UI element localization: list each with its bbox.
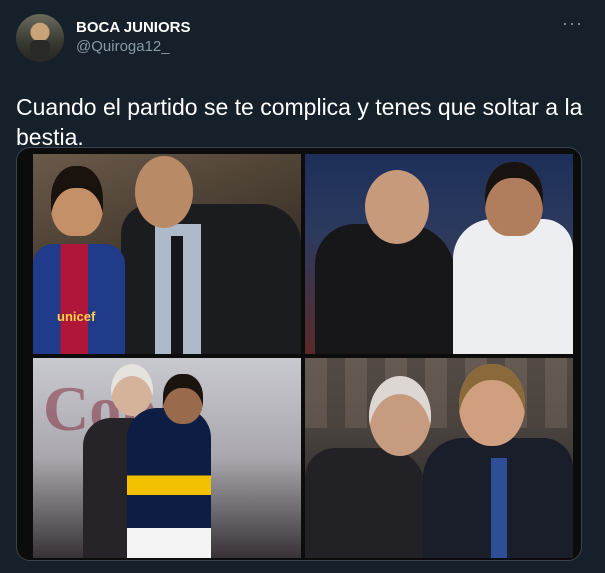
figure-player xyxy=(453,219,573,354)
head xyxy=(485,162,543,236)
more-options-icon[interactable]: ··· xyxy=(562,14,583,32)
figure-president xyxy=(305,448,425,558)
tie xyxy=(171,236,183,354)
photo-bianchi-riquelme[interactable]: Copa xyxy=(33,358,301,558)
head xyxy=(111,364,153,416)
figure-coach xyxy=(315,224,455,354)
head xyxy=(135,156,193,228)
avatar[interactable] xyxy=(16,14,64,62)
head xyxy=(51,166,103,236)
photo-grid: unicef Copa xyxy=(33,154,573,558)
figure-player xyxy=(127,408,211,558)
tie xyxy=(491,458,507,558)
tweet-header: BOCA JUNIORS @Quiroga12_ xyxy=(16,14,589,72)
figure-player xyxy=(33,244,125,354)
photo-messi-guardiola[interactable]: unicef xyxy=(33,154,301,354)
tweet-text: Cuando el partido se te complica y tenes… xyxy=(16,94,583,150)
crowd-background xyxy=(305,358,573,428)
jersey-sponsor-text: unicef xyxy=(57,309,96,324)
tweet-card[interactable]: BOCA JUNIORS @Quiroga12_ ··· Cuando el p… xyxy=(0,0,605,573)
photo-zidane-ronaldo[interactable] xyxy=(305,154,573,354)
display-name[interactable]: BOCA JUNIORS xyxy=(76,18,190,37)
head xyxy=(163,374,203,424)
handle[interactable]: @Quiroga12_ xyxy=(76,37,190,56)
head xyxy=(459,364,525,446)
head xyxy=(369,376,431,456)
figure-coach xyxy=(121,204,301,354)
head xyxy=(365,170,429,244)
photo-donofrio-gallardo[interactable] xyxy=(305,358,573,558)
author-names: BOCA JUNIORS @Quiroga12_ xyxy=(76,18,190,56)
tweet-media[interactable]: unicef Copa xyxy=(16,147,582,561)
